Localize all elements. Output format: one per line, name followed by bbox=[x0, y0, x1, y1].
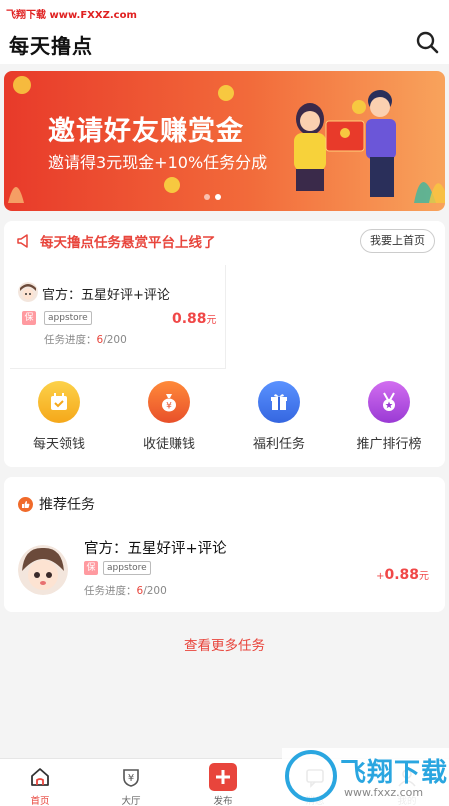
watermark-top: 飞翔下载 www.FXXZ.com bbox=[6, 10, 137, 21]
task-title[interactable]: 官方：五星好评+评论 bbox=[84, 537, 227, 558]
svg-text:¥: ¥ bbox=[128, 773, 134, 784]
avatar bbox=[18, 545, 68, 595]
banner-title: 邀请好友赚赏金 bbox=[48, 116, 244, 147]
tab-hall[interactable]: ¥ 大厅 bbox=[86, 759, 176, 806]
tab-label: 大厅 bbox=[121, 796, 141, 806]
tab-home[interactable]: 首页 bbox=[0, 759, 85, 806]
home-icon bbox=[28, 765, 52, 789]
thumbs-up-icon bbox=[18, 496, 33, 512]
notice-bar[interactable]: 每天撸点任务悬赏平台上线了 bbox=[16, 231, 216, 251]
gift-icon bbox=[258, 381, 300, 423]
calendar-icon bbox=[38, 381, 80, 423]
quick-action-ranking[interactable]: 推广排行榜 bbox=[334, 381, 444, 452]
task-panel: 每天撸点任务悬赏平台上线了 我要上首页 官方：五星好评+评论 保 appstor… bbox=[4, 221, 445, 467]
quick-action-welfare[interactable]: 福利任务 bbox=[224, 381, 334, 452]
carousel-dot[interactable] bbox=[204, 194, 210, 200]
app-bar: 飞翔下载 www.FXXZ.com 每天撸点 bbox=[0, 0, 449, 64]
quick-action-recruit[interactable]: ¥ 收徒赚钱 bbox=[114, 381, 224, 452]
watermark-logo-icon bbox=[285, 750, 337, 802]
yuan-shield-icon: ¥ bbox=[119, 765, 143, 789]
task-price: 0.88元 bbox=[172, 311, 217, 327]
recommended-panel: 推荐任务 官方：五星好评+评论 保 appstore 任务进度：6/200 +0… bbox=[4, 477, 445, 612]
task-progress: 任务进度：6/200 bbox=[44, 334, 127, 346]
tab-label: 首页 bbox=[30, 796, 50, 806]
search-icon[interactable] bbox=[415, 30, 439, 54]
quick-action-label: 每天领钱 bbox=[32, 437, 85, 452]
quick-action-daily-money[interactable]: 每天领钱 bbox=[4, 381, 114, 452]
plus-icon bbox=[209, 763, 237, 791]
platform-tag: appstore bbox=[103, 561, 151, 575]
tab-publish[interactable]: 发布 bbox=[178, 759, 268, 806]
quick-action-label: 推广排行榜 bbox=[356, 437, 422, 452]
quick-action-label: 收徒赚钱 bbox=[142, 437, 195, 452]
task-progress: 任务进度：6/200 bbox=[84, 585, 167, 597]
guarantee-badge: 保 bbox=[84, 561, 98, 575]
money-bag-icon: ¥ bbox=[148, 381, 190, 423]
go-homepage-button[interactable]: 我要上首页 bbox=[360, 229, 435, 253]
notice-text: 每天撸点任务悬赏平台上线了 bbox=[40, 235, 216, 251]
featured-task-card[interactable]: 官方：五星好评+评论 保 appstore 0.88元 任务进度：6/200 bbox=[10, 265, 226, 369]
platform-tag: appstore bbox=[44, 311, 92, 325]
carousel-dot-active[interactable] bbox=[215, 194, 221, 200]
task-title: 官方：五星好评+评论 bbox=[42, 288, 170, 303]
recommended-title: 推荐任务 bbox=[39, 497, 95, 513]
medal-icon bbox=[368, 381, 410, 423]
quick-action-label: 福利任务 bbox=[252, 437, 305, 452]
page-title: 每天撸点 bbox=[9, 34, 93, 58]
watermark-bottom: 飞翔下载 www.fxxz.com bbox=[282, 748, 449, 806]
svg-text:¥: ¥ bbox=[166, 402, 172, 412]
recommended-header: 推荐任务 bbox=[18, 494, 95, 514]
task-price: +0.88元 bbox=[376, 567, 429, 583]
avatar bbox=[18, 282, 38, 302]
watermark-title: 飞翔下载 bbox=[340, 758, 449, 788]
watermark-url: www.fxxz.com bbox=[344, 786, 424, 799]
banner-subtitle: 邀请得3元现金+10%任务分成 bbox=[48, 153, 268, 172]
guarantee-badge: 保 bbox=[22, 311, 36, 325]
promo-banner[interactable]: 邀请好友赚赏金 邀请得3元现金+10%任务分成 bbox=[4, 71, 445, 211]
carousel-dots bbox=[204, 194, 221, 200]
view-more-tasks-link[interactable]: 查看更多任务 bbox=[0, 634, 449, 654]
tab-label: 发布 bbox=[213, 796, 233, 806]
megaphone-icon bbox=[17, 234, 28, 248]
